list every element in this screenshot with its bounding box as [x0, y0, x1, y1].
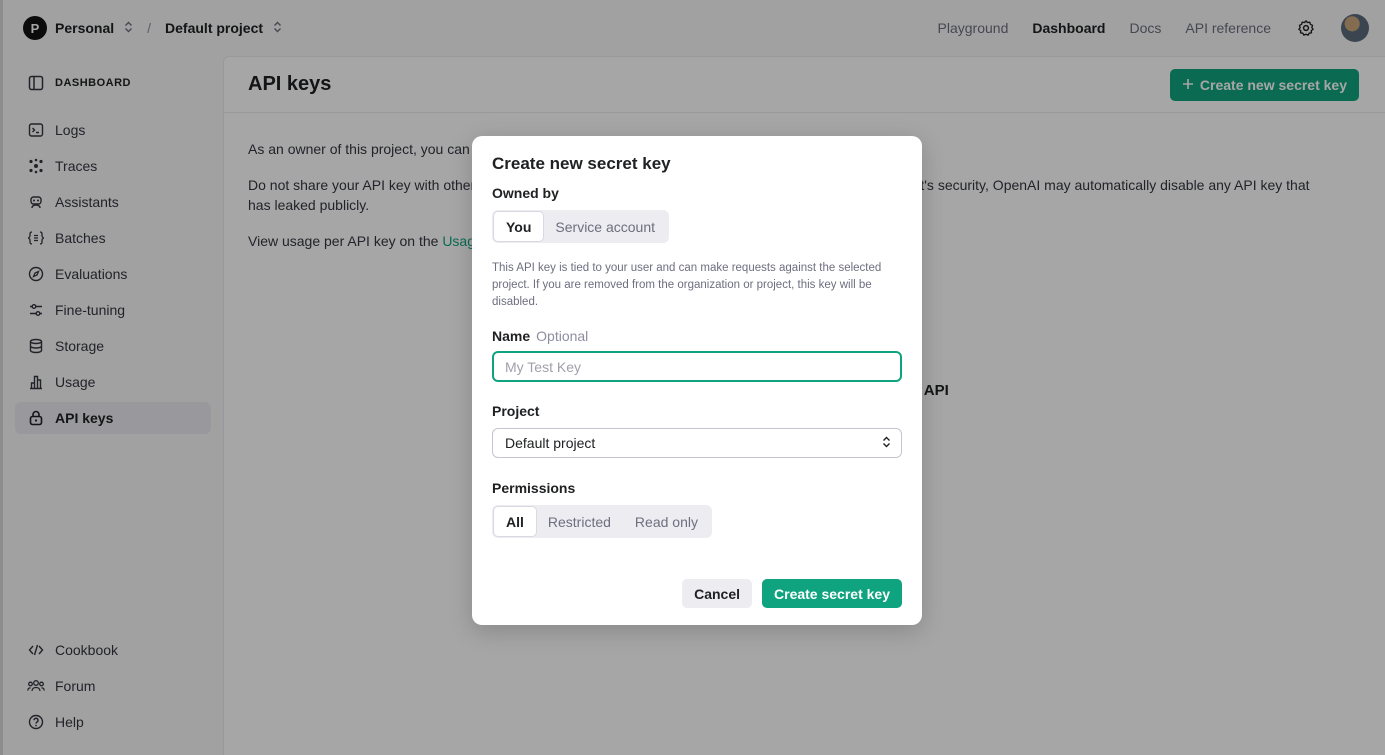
create-secret-key-button[interactable]: Create secret key [762, 579, 902, 608]
owned-by-label: Owned by [492, 185, 559, 201]
chevron-updown-icon [882, 435, 891, 451]
name-label-text: Name [492, 328, 531, 344]
permissions-restricted-option[interactable]: Restricted [536, 507, 623, 536]
name-input[interactable] [492, 351, 902, 382]
project-label: Project [492, 403, 540, 419]
permissions-toggle: All Restricted Read only [492, 505, 712, 538]
owned-by-you-option[interactable]: You [494, 212, 544, 241]
owned-by-toggle: You Service account [492, 210, 670, 243]
owned-by-service-account-option[interactable]: Service account [543, 212, 667, 241]
dialog-footer: Cancel Create secret key [682, 579, 902, 608]
project-select-value: Default project [505, 435, 596, 451]
permissions-read-only-option[interactable]: Read only [623, 507, 710, 536]
dialog-title: Create new secret key [492, 154, 671, 173]
permissions-label: Permissions [492, 480, 576, 496]
name-optional-hint: Optional [536, 328, 589, 344]
cancel-button[interactable]: Cancel [682, 579, 753, 608]
permissions-all-option[interactable]: All [494, 507, 536, 536]
create-secret-key-dialog: Create new secret key Owned by You Servi… [472, 136, 922, 625]
name-label: Name Optional [492, 328, 902, 344]
project-select[interactable]: Default project [492, 428, 902, 458]
owned-by-help-text: This API key is tied to your user and ca… [492, 262, 882, 308]
